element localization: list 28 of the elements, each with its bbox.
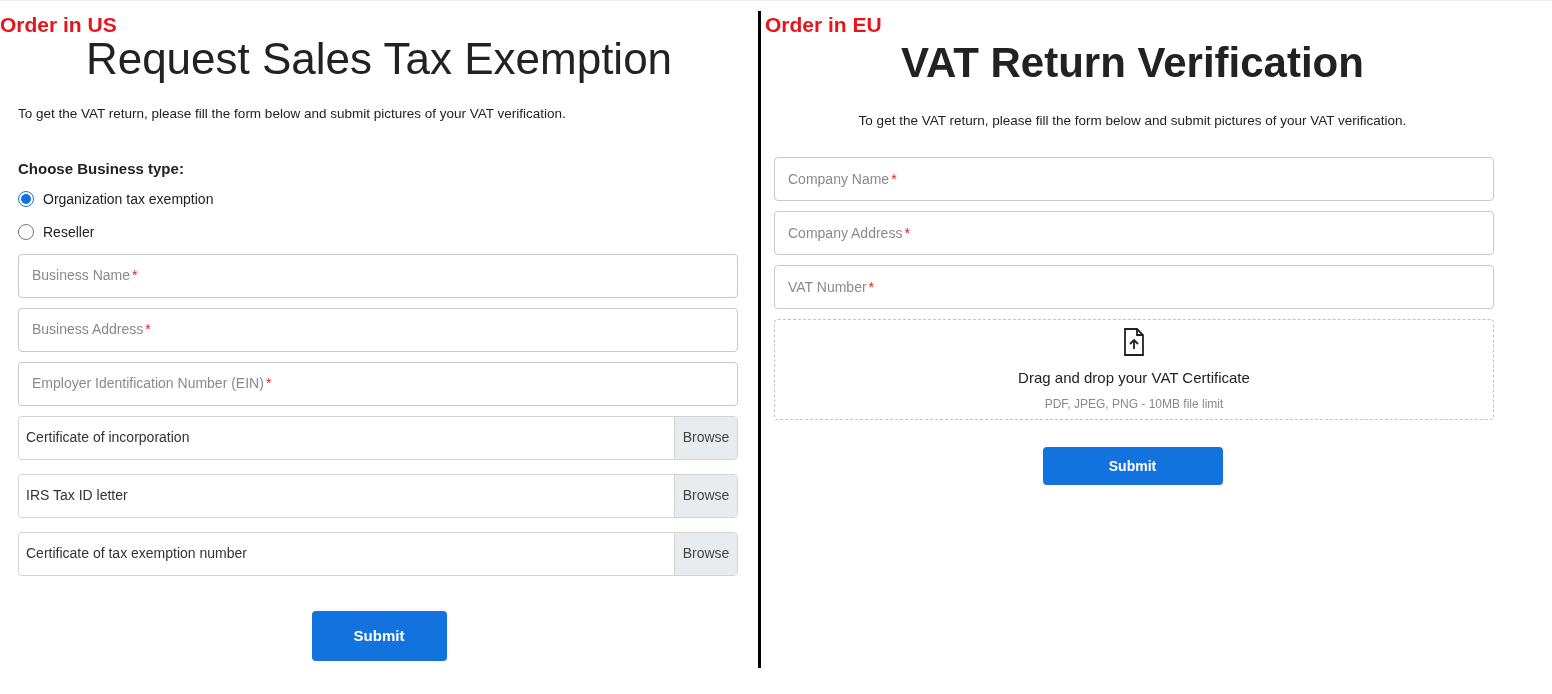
intro-text: To get the VAT return, please fill the form below and submit pictures of your VAT verification. xyxy=(857,112,1408,130)
browse-button[interactable]: Browse xyxy=(674,416,737,459)
business-type-label: Choose Business type: xyxy=(18,159,185,180)
input-field[interactable]: VAT Number* xyxy=(774,265,1494,310)
region-label: Order in EU xyxy=(765,12,883,38)
submit-button[interactable]: Submit xyxy=(311,610,447,661)
input-field[interactable]: Business Address* xyxy=(18,307,738,352)
file-label: IRS Tax ID letter xyxy=(25,486,129,506)
radio-label: Organization tax exemption xyxy=(43,189,214,209)
radio-label: Reseller xyxy=(43,222,95,242)
file-label: Certificate of tax exemption number xyxy=(25,544,248,564)
submit-button[interactable]: Submit xyxy=(1042,447,1223,486)
page-title: VAT Return Verification xyxy=(900,38,1365,88)
file-upload-icon xyxy=(1123,327,1145,357)
input-field[interactable]: Company Address* xyxy=(774,211,1494,256)
file-field[interactable]: Certificate of tax exemption number Browse xyxy=(18,531,738,576)
input-field[interactable]: Business Name* xyxy=(18,253,738,298)
browse-button[interactable]: Browse xyxy=(674,474,737,517)
file-dropzone[interactable]: Drag and drop your VAT Certificate PDF, JPEG, PNG - 10MB file limit xyxy=(774,319,1494,421)
input-field[interactable]: Company Name* xyxy=(774,157,1494,202)
file-field[interactable]: Certificate of incorporation Browse xyxy=(18,415,738,460)
browse-button[interactable]: Browse xyxy=(674,532,737,575)
dropzone-hint: PDF, JPEG, PNG - 10MB file limit xyxy=(1044,395,1224,413)
intro-text: To get the VAT return, please fill the form below and submit pictures of your VAT verification. xyxy=(18,105,567,123)
file-field[interactable]: IRS Tax ID letter Browse xyxy=(18,473,738,518)
input-field[interactable]: Employer Identification Number (EIN)* xyxy=(18,361,738,406)
file-label: Certificate of incorporation xyxy=(25,428,191,448)
dropzone-title: Drag and drop your VAT Certificate xyxy=(1018,368,1250,388)
